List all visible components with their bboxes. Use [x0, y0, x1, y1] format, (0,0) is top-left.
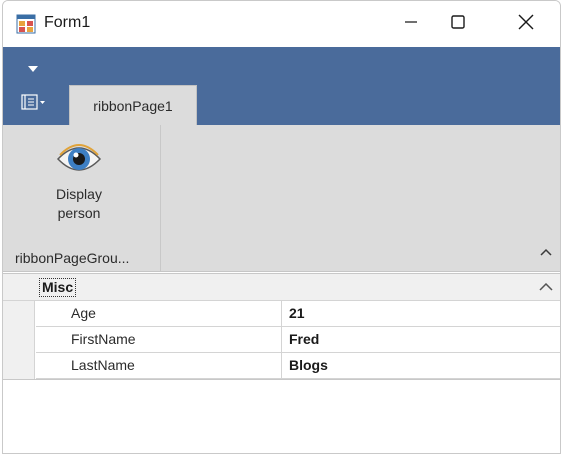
minimize-icon: [405, 15, 417, 33]
collapse-ribbon-button[interactable]: [539, 245, 553, 259]
property-row-age[interactable]: Age 21: [36, 301, 560, 327]
category-row[interactable]: Misc: [3, 274, 560, 301]
property-value[interactable]: 21: [289, 301, 305, 326]
form-window: Form1 ribbonPage1 Display person ribbonP…: [2, 0, 561, 454]
caret-down-icon: [28, 59, 38, 77]
property-name: Age: [36, 301, 282, 326]
tab-label: ribbonPage1: [93, 97, 173, 114]
property-value[interactable]: Blogs: [289, 353, 328, 378]
property-value[interactable]: Fred: [289, 327, 319, 352]
ribbon-page-group: Display person ribbonPageGrou...: [3, 125, 161, 271]
grid-bottom-divider: [3, 379, 560, 380]
property-grid: Misc Age 21 FirstName Fred LastName Blog…: [3, 273, 560, 453]
maximize-button[interactable]: [435, 1, 481, 47]
property-name: FirstName: [36, 327, 282, 352]
close-icon: [518, 14, 534, 35]
ribbon-header: ribbonPage1: [3, 47, 560, 125]
ribbon-body: Display person ribbonPageGrou...: [3, 125, 560, 272]
tab-ribbonpage1[interactable]: ribbonPage1: [69, 85, 197, 125]
category-collapse-toggle[interactable]: [538, 280, 554, 294]
property-row-lastname[interactable]: LastName Blogs: [36, 353, 560, 379]
window-title: Form1: [44, 14, 91, 31]
form-app-icon: [16, 14, 36, 34]
application-menu-button[interactable]: [19, 93, 49, 115]
maximize-icon: [451, 14, 465, 34]
close-button[interactable]: [503, 1, 549, 47]
chevron-up-icon: [539, 278, 553, 296]
title-bar[interactable]: Form1: [3, 1, 560, 47]
ribbon-group-label: ribbonPageGrou...: [15, 250, 130, 266]
minimize-button[interactable]: [388, 1, 434, 47]
property-row-firstname[interactable]: FirstName Fred: [36, 327, 560, 353]
chevron-up-icon: [540, 243, 552, 261]
app-menu-icon: [19, 92, 47, 117]
quick-access-toolbar-dropdown[interactable]: [25, 63, 41, 73]
display-person-label: Display person: [56, 186, 102, 221]
eye-icon: [56, 139, 102, 179]
display-person-button[interactable]: Display person: [39, 139, 119, 231]
category-label: Misc: [39, 278, 77, 297]
property-name: LastName: [36, 353, 282, 378]
